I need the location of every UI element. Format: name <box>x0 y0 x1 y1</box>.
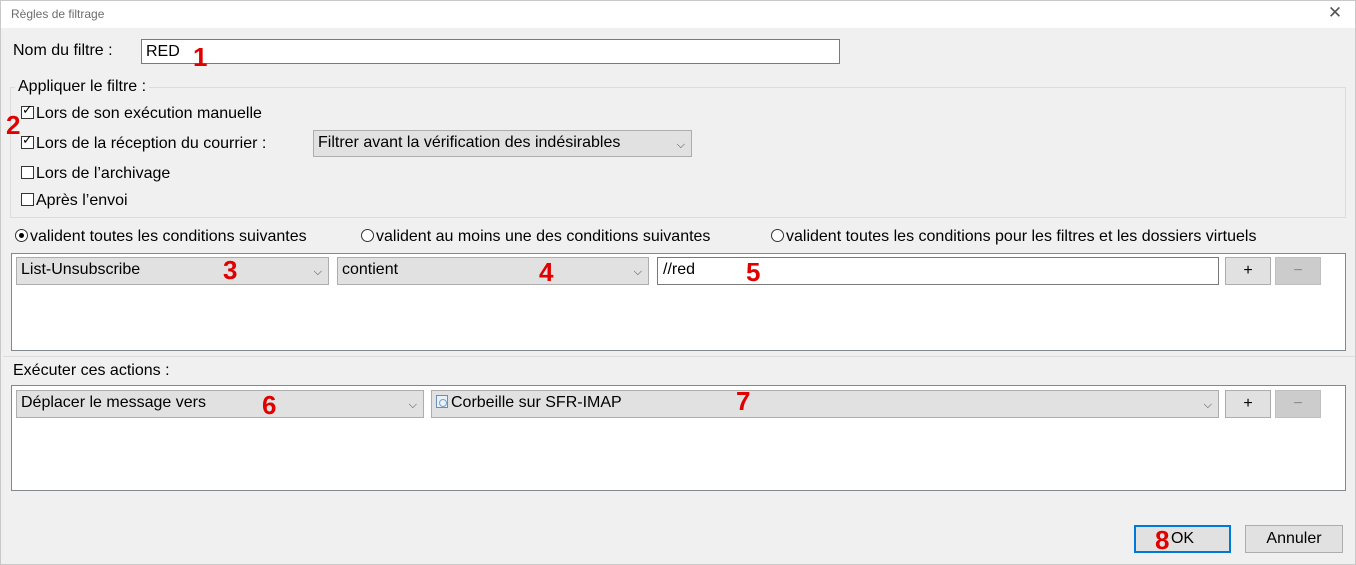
chevron-down-icon: ⌵ <box>633 266 642 278</box>
close-icon[interactable]: ✕ <box>1325 3 1345 23</box>
match-all-radio[interactable]: valident toutes les conditions suivantes <box>15 228 307 246</box>
radio-label: valident au moins une des conditions sui… <box>376 228 711 245</box>
checkbox-unchecked-icon[interactable] <box>21 166 34 179</box>
option-label: Lors de l’archivage <box>36 165 171 182</box>
reception-mode-select[interactable]: Filtrer avant la vérification des indési… <box>313 130 692 157</box>
condition-value-input[interactable]: //red <box>657 257 1219 285</box>
match-all-virtual-radio[interactable]: valident toutes les conditions pour les … <box>771 228 1256 246</box>
add-condition-button[interactable]: + <box>1225 257 1271 285</box>
option-on-receive[interactable]: Lors de la réception du courrier : <box>21 133 267 153</box>
trash-folder-icon <box>436 395 448 408</box>
annotation-number: 6 <box>262 390 277 420</box>
option-manual-run[interactable]: Lors de son exécution manuelle <box>21 103 262 123</box>
condition-field-value: List-Unsubscribe <box>21 261 141 278</box>
checkbox-checked-icon[interactable] <box>21 103 34 119</box>
action-target-value: Corbeille sur SFR-IMAP <box>451 394 622 411</box>
divider <box>3 356 1355 357</box>
annotation-number: 8 <box>1155 525 1170 555</box>
option-on-archive[interactable]: Lors de l’archivage <box>21 165 170 183</box>
chevron-down-icon: ⌵ <box>313 266 322 278</box>
chevron-down-icon: ⌵ <box>1203 399 1212 411</box>
reception-mode-value: Filtrer avant la vérification des indési… <box>318 134 621 151</box>
action-type-value: Déplacer le message vers <box>21 394 206 411</box>
annotation-number: 3 <box>223 255 238 285</box>
annotation-number: 5 <box>746 257 761 287</box>
filter-name-input[interactable]: RED <box>141 39 840 64</box>
option-label: Après l’envoi <box>36 192 128 209</box>
option-after-send[interactable]: Après l’envoi <box>21 192 128 210</box>
condition-operator-value: contient <box>342 261 399 278</box>
condition-field-select[interactable]: List-Unsubscribe ⌵ <box>16 257 329 285</box>
remove-action-button[interactable]: − <box>1275 390 1321 418</box>
annotation-number: 7 <box>736 386 751 416</box>
window-title: Règles de filtrage <box>11 7 105 21</box>
ok-button[interactable]: OK <box>1134 525 1231 553</box>
actions-label: Exécuter ces actions : <box>13 362 170 379</box>
checkbox-checked-icon[interactable] <box>21 133 34 149</box>
filter-name-label: Nom du filtre : <box>13 42 113 59</box>
radio-label: valident toutes les conditions pour les … <box>786 228 1257 245</box>
option-label: Lors de son exécution manuelle <box>36 105 262 122</box>
annotation-number: 2 <box>6 110 21 140</box>
annotation-number: 4 <box>539 257 554 287</box>
filter-rules-dialog: Règles de filtrage ✕ Nom du filtre : RED… <box>0 0 1356 565</box>
cancel-button[interactable]: Annuler <box>1245 525 1343 553</box>
chevron-down-icon: ⌵ <box>676 139 685 151</box>
radio-unselected-icon[interactable] <box>361 229 374 242</box>
action-target-select[interactable]: Corbeille sur SFR-IMAP ⌵ <box>431 390 1219 418</box>
radio-selected-icon[interactable] <box>15 229 28 242</box>
annotation-number: 1 <box>193 42 208 72</box>
action-type-select[interactable]: Déplacer le message vers ⌵ <box>16 390 424 418</box>
remove-condition-button[interactable]: − <box>1275 257 1321 285</box>
add-action-button[interactable]: + <box>1225 390 1271 418</box>
condition-operator-select[interactable]: contient ⌵ <box>337 257 649 285</box>
option-label: Lors de la réception du courrier : <box>36 135 267 152</box>
checkbox-unchecked-icon[interactable] <box>21 193 34 206</box>
match-any-radio[interactable]: valident au moins une des conditions sui… <box>361 228 710 246</box>
apply-filter-legend: Appliquer le filtre : <box>15 78 150 96</box>
radio-unselected-icon[interactable] <box>771 229 784 242</box>
title-bar: Règles de filtrage ✕ <box>1 1 1355 28</box>
chevron-down-icon: ⌵ <box>408 399 417 411</box>
radio-label: valident toutes les conditions suivantes <box>30 228 307 245</box>
